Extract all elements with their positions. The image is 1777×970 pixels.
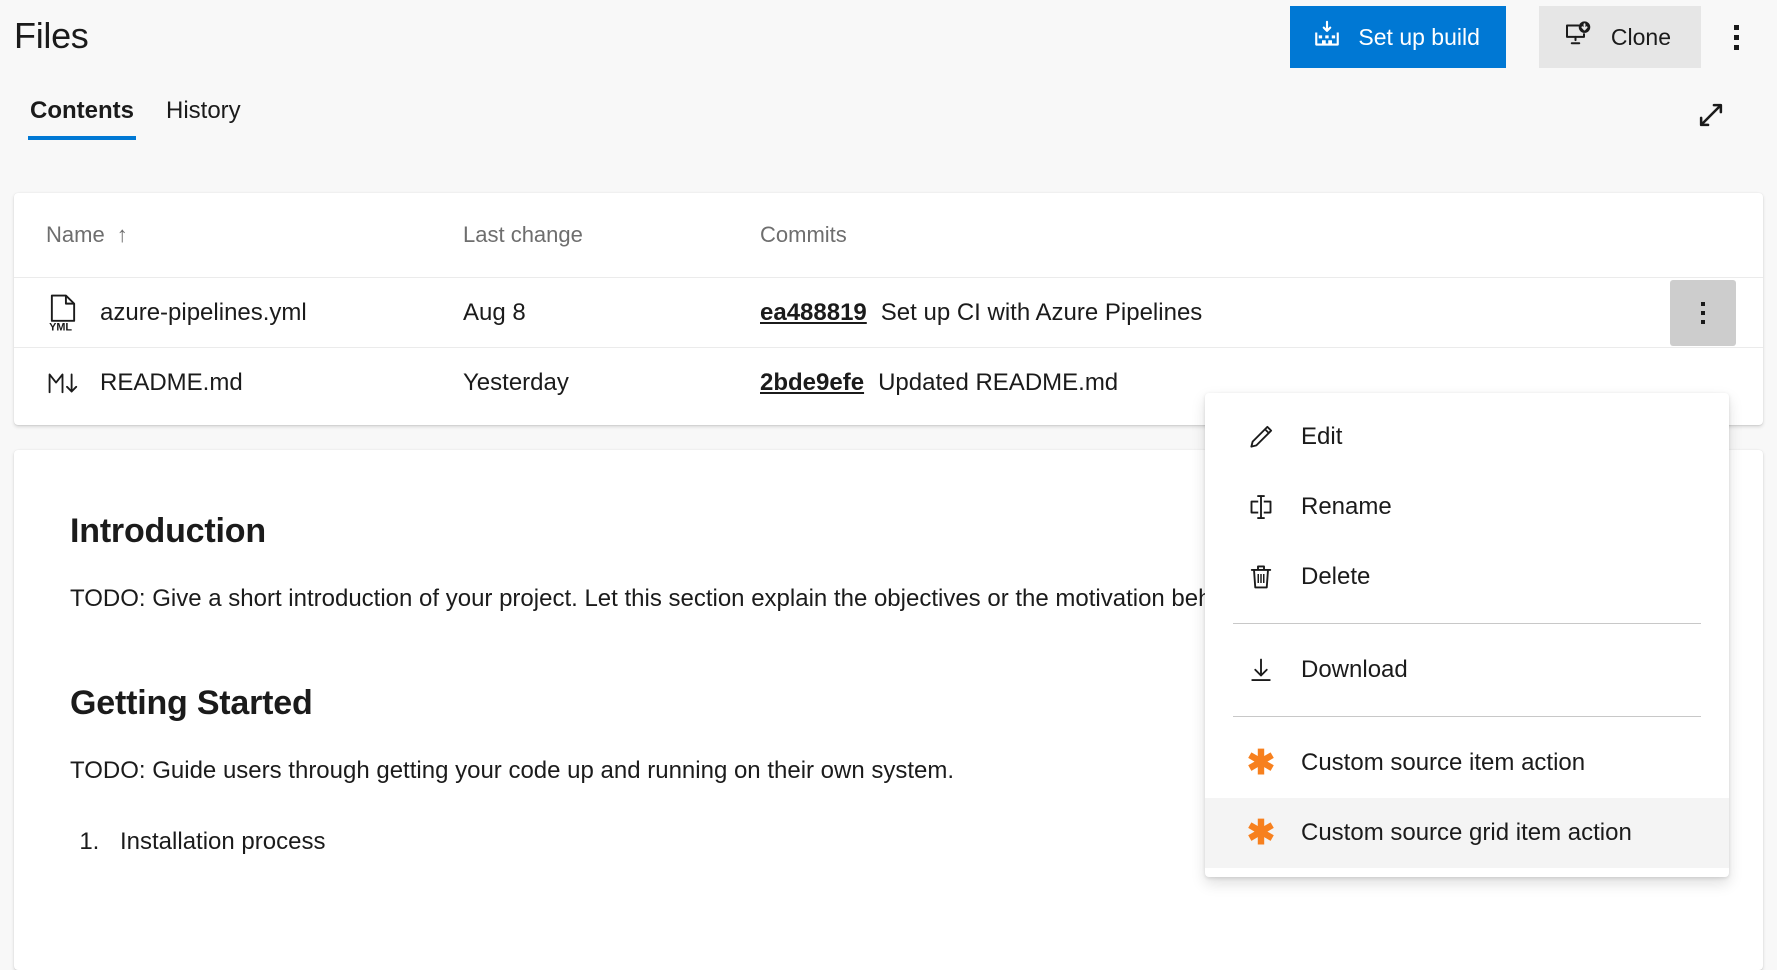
column-header-commits-label: Commits <box>760 222 847 248</box>
more-vertical-icon <box>1734 25 1739 50</box>
tab-history[interactable]: History <box>150 86 257 150</box>
context-menu-item-edit-label: Edit <box>1289 423 1342 451</box>
column-header-name-label: Name <box>46 222 105 248</box>
commit-hash-link[interactable]: 2bde9efe <box>760 369 864 397</box>
context-menu-separator <box>1233 716 1701 717</box>
svg-text:YML: YML <box>49 321 72 331</box>
pencil-edit-icon <box>1233 422 1289 452</box>
context-menu-item-edit[interactable]: Edit <box>1205 402 1729 472</box>
tab-history-label: History <box>166 97 241 124</box>
context-menu-item-custom-source-grid-item-action-label: Custom source grid item action <box>1289 819 1632 847</box>
expand-full-screen-button[interactable] <box>1685 90 1737 142</box>
page-header: Files Set up build <box>0 0 1777 78</box>
column-header-name[interactable]: Name ↑ <box>46 222 463 248</box>
context-menu-item-delete-label: Delete <box>1289 563 1370 591</box>
commit-message: Set up CI with Azure Pipelines <box>881 299 1203 327</box>
context-menu-item-custom-source-item-action-label: Custom source item action <box>1289 749 1585 777</box>
tab-bar: Contents History <box>0 86 1777 166</box>
context-menu-item-rename-label: Rename <box>1289 493 1392 521</box>
header-toolbar: Set up build Clone <box>1290 6 1763 68</box>
set-up-build-button[interactable]: Set up build <box>1290 6 1505 68</box>
asterisk-star-icon: ✱ <box>1233 748 1289 778</box>
clone-button[interactable]: Clone <box>1539 6 1701 68</box>
trash-delete-icon <box>1233 562 1289 592</box>
file-name-cell: YML azure-pipelines.yml <box>46 294 463 332</box>
tab-contents[interactable]: Contents <box>14 86 150 150</box>
asterisk-star-icon: ✱ <box>1233 818 1289 848</box>
more-vertical-icon <box>1701 302 1705 324</box>
markdown-file-icon <box>46 368 100 398</box>
rename-icon <box>1233 492 1289 522</box>
files-table-card: Name ↑ Last change Commits YML azure-pip… <box>14 193 1763 425</box>
commit-message: Updated README.md <box>878 369 1118 397</box>
context-menu-item-rename[interactable]: Rename <box>1205 472 1729 542</box>
last-change-cell: Yesterday <box>463 369 760 397</box>
file-name-cell: README.md <box>46 368 463 398</box>
clone-monitor-download-icon <box>1563 19 1593 55</box>
tab-list: Contents History <box>14 86 257 150</box>
more-vertical-icon <box>1701 372 1705 394</box>
column-header-last-change-label: Last change <box>463 222 583 248</box>
file-name-label[interactable]: azure-pipelines.yml <box>100 299 307 327</box>
file-name-label[interactable]: README.md <box>100 369 243 397</box>
tab-contents-label: Contents <box>30 97 134 124</box>
last-change-cell: Aug 8 <box>463 299 760 327</box>
row-context-menu: Edit Rename Delete <box>1205 393 1729 877</box>
header-more-actions-button[interactable] <box>1709 8 1763 66</box>
expand-diagonal-arrows-icon <box>1695 99 1727 134</box>
page-title: Files <box>14 14 89 58</box>
context-menu-item-custom-source-item-action[interactable]: ✱ Custom source item action <box>1205 728 1729 798</box>
context-menu-item-delete[interactable]: Delete <box>1205 542 1729 612</box>
row-overflow-button[interactable] <box>1670 280 1736 346</box>
build-download-icon <box>1312 19 1342 55</box>
context-menu-separator <box>1233 623 1701 624</box>
yml-file-icon: YML <box>46 294 100 332</box>
set-up-build-label: Set up build <box>1358 24 1479 51</box>
commits-cell: ea488819 Set up CI with Azure Pipelines <box>760 299 1763 327</box>
download-arrow-icon <box>1233 655 1289 685</box>
clone-label: Clone <box>1611 24 1671 51</box>
context-menu-item-custom-source-grid-item-action[interactable]: ✱ Custom source grid item action <box>1205 798 1729 868</box>
commit-hash-link[interactable]: ea488819 <box>760 299 867 327</box>
sort-ascending-icon: ↑ <box>117 222 128 248</box>
files-table-header: Name ↑ Last change Commits <box>14 193 1763 278</box>
context-menu-item-download[interactable]: Download <box>1205 635 1729 705</box>
column-header-commits[interactable]: Commits <box>760 222 1763 248</box>
context-menu-item-download-label: Download <box>1289 656 1408 684</box>
table-row[interactable]: YML azure-pipelines.yml Aug 8 ea488819 S… <box>14 278 1763 348</box>
column-header-last-change[interactable]: Last change <box>463 222 760 248</box>
